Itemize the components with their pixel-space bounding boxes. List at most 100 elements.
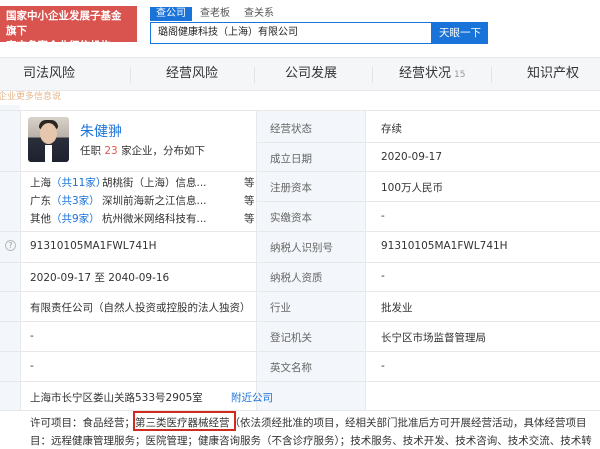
nav-divider — [254, 67, 255, 83]
credit-code: 91310105MA1FWL741H — [30, 240, 157, 252]
search-type-tabs: 查公司 查老板 查关系 — [150, 7, 280, 21]
value-english-name: - — [381, 360, 385, 372]
grid-line — [256, 110, 257, 410]
agency-badge: 国家中小企业发展子基金旗下 官方备案企业征信机构 — [0, 6, 137, 52]
nav-label: 经营状况 — [399, 66, 452, 81]
region-company[interactable]: 杭州微米网络科技有... — [102, 211, 207, 226]
section-nav: 司法风险 经营风险 公司发展 经营状况 15 知识产权 — [0, 57, 600, 91]
grid-line — [256, 142, 600, 143]
tab-boss[interactable]: 查老板 — [194, 7, 236, 21]
nav-judicial-risk[interactable]: 司法风险 — [23, 58, 75, 90]
grid-line — [365, 110, 366, 410]
grid-line — [0, 231, 600, 232]
avatar[interactable] — [28, 117, 69, 162]
badge-line-2: 官方备案企业征信机构 — [6, 40, 111, 52]
nav-intellectual-property[interactable]: 知识产权 — [527, 58, 579, 90]
value-established-date: 2020-09-17 — [381, 151, 443, 163]
summary-count[interactable]: 23 — [104, 145, 117, 157]
region-count[interactable]: （共3家） — [51, 195, 100, 207]
nearby-companies-link[interactable]: 附近公司 — [231, 390, 273, 405]
nav-divider — [372, 67, 373, 83]
value-paid-capital: - — [381, 210, 385, 222]
value-registered-capital: 100万人民币 — [381, 182, 444, 194]
business-scope-line-1: 许可项目：食品经营；第三类医疗器械经营（依法须经批准的项目，经相关部门批准后方可… — [30, 415, 587, 430]
value-industry: 批发业 — [381, 302, 413, 314]
label-industry: 行业 — [270, 302, 291, 314]
row-gutter — [0, 105, 20, 410]
region-row-shanghai: 上海（共11家） — [30, 175, 106, 190]
nav-count: 15 — [454, 70, 466, 80]
label-taxpayer-qualification: 纳税人资质 — [270, 272, 323, 284]
region-company[interactable]: 胡桃街（上海）信息... — [102, 175, 207, 190]
search-input[interactable]: 璐阁健康科技（上海）有限公司 — [150, 22, 432, 44]
nav-operating-status[interactable]: 经营状况 15 — [399, 58, 465, 90]
grid-line — [0, 410, 600, 411]
help-icon[interactable]: ? — [5, 240, 16, 251]
grid-line — [0, 291, 600, 292]
label-paid-capital: 实缴资本 — [270, 212, 312, 224]
nav-divider — [130, 67, 131, 83]
region-more[interactable]: 等 — [244, 175, 255, 190]
region-row-guangdong: 广东（共3家） — [30, 193, 100, 208]
nav-label: 司法风险 — [23, 66, 76, 81]
grid-line — [0, 321, 600, 322]
faded-banner: 企业更多信息说 — [0, 91, 600, 105]
label-english-name: 英文名称 — [270, 362, 312, 374]
nav-label: 知识产权 — [527, 66, 580, 81]
summary-suffix: 家企业，分布如下 — [121, 145, 206, 157]
avatar-face — [40, 123, 57, 144]
region-more[interactable]: 等 — [244, 211, 255, 226]
nav-operating-risk[interactable]: 经营风险 — [166, 58, 218, 90]
label-established-date: 成立日期 — [270, 153, 312, 165]
nav-divider — [491, 67, 492, 83]
grid-line — [0, 262, 600, 263]
legal-representative-name[interactable]: 朱健翀 — [80, 121, 122, 141]
grid-line — [256, 171, 600, 172]
tab-company[interactable]: 查公司 — [150, 7, 192, 21]
search-button[interactable]: 天眼一下 — [432, 22, 488, 44]
summary-prefix: 任职 — [80, 145, 101, 157]
grid-line — [0, 381, 600, 382]
avatar-shirt — [45, 145, 52, 162]
label-registration-authority: 登记机关 — [270, 332, 312, 344]
region-name: 其他 — [30, 213, 51, 225]
scope-prefix: 许可项目：食品经营； — [30, 417, 135, 429]
badge-line-1: 国家中小企业发展子基金旗下 — [6, 10, 122, 37]
value-registration-authority: 长宁区市场监督管理局 — [381, 332, 486, 344]
nav-label: 公司发展 — [285, 66, 338, 81]
grid-line — [0, 110, 600, 111]
label-registered-capital: 注册资本 — [270, 182, 312, 194]
label-operating-status: 经营状态 — [270, 123, 312, 135]
region-more[interactable]: 等 — [244, 193, 255, 208]
grid-line — [20, 110, 21, 410]
term-from: 2020-09-17 — [30, 272, 92, 284]
business-scope-line-2: 目：远程健康管理服务；医院管理；健康咨询服务（不含诊疗服务）；技术服务、技术开发… — [30, 435, 592, 447]
grid-line — [0, 171, 256, 172]
faded-text: 企业更多信息说 — [0, 92, 62, 102]
value-taxpayer-qualification: - — [381, 270, 385, 282]
region-name: 上海 — [30, 177, 51, 189]
empty-value: - — [30, 360, 34, 372]
company-type: 有限责任公司（自然人投资或控股的法人独资） — [30, 302, 251, 314]
highlight-box — [133, 411, 236, 431]
value-taxpayer-id: 91310105MA1FWL741H — [381, 240, 508, 252]
tab-relation[interactable]: 查关系 — [238, 7, 280, 21]
grid-line — [256, 201, 600, 202]
person-summary: 任职 23 家企业，分布如下 — [80, 143, 205, 158]
region-count[interactable]: （共11家） — [51, 177, 106, 189]
term-to: 2040-09-16 — [108, 272, 170, 284]
nav-company-development[interactable]: 公司发展 — [285, 58, 337, 90]
grid-line — [0, 351, 600, 352]
region-name: 广东 — [30, 195, 51, 207]
term-sep: 至 — [94, 272, 105, 284]
scope-rest: （依法须经批准的项目，经相关部门批准后方可开展经营活动，具体经营项目 — [229, 417, 587, 429]
nav-label: 经营风险 — [166, 66, 219, 81]
business-term: 2020-09-17 至 2040-09-16 — [30, 270, 169, 285]
label-taxpayer-id: 纳税人识别号 — [270, 242, 333, 254]
region-company[interactable]: 深圳前海新之江信息... — [102, 193, 207, 208]
region-count[interactable]: （共9家） — [51, 213, 100, 225]
empty-value: - — [30, 330, 34, 342]
region-row-other: 其他（共9家） — [30, 211, 100, 226]
value-operating-status: 存续 — [381, 123, 402, 135]
registered-address: 上海市长宁区娄山关路533号2905室 — [30, 392, 203, 404]
